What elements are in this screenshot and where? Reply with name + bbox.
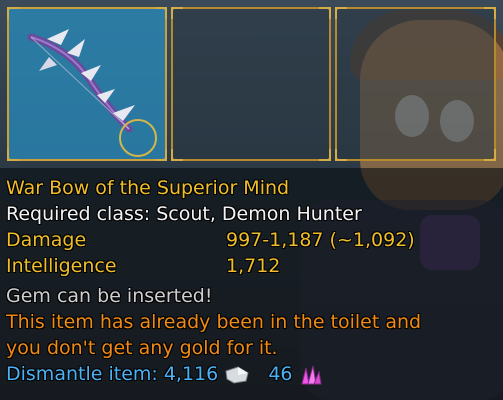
toilet-note-line1: This item has already been in the toilet… (6, 311, 422, 333)
dismantle-row: Dismantle item: 4,116 46 (6, 362, 323, 386)
slot-corner (335, 149, 347, 161)
slot-corner (484, 7, 496, 19)
required-class: Required class: Scout, Demon Hunter (6, 203, 362, 225)
crystal-icon (300, 365, 322, 384)
gem-note: Gem can be inserted! (6, 285, 213, 307)
item-slot-empty[interactable] (335, 7, 496, 161)
item-slot-weapon[interactable] (7, 7, 167, 161)
dismantle-label: Dismantle item: (6, 363, 158, 385)
slot-corner (7, 149, 19, 161)
slot-corner (7, 7, 19, 19)
slot-corner (319, 7, 331, 19)
gem-socket-icon (119, 119, 157, 157)
slot-corner (319, 149, 331, 161)
stat-label: Damage (6, 229, 87, 251)
metal-icon (225, 365, 249, 384)
stat-value: 1,712 (226, 255, 281, 277)
dismantle-metal-value: 4,116 (163, 363, 219, 385)
item-name: War Bow of the Superior Mind (6, 177, 290, 199)
item-slot-empty[interactable] (171, 7, 331, 161)
slot-corner (155, 149, 167, 161)
item-tooltip: War Bow of the Superior Mind Required cl… (0, 168, 503, 400)
dismantle-crystal-value: 46 (268, 363, 293, 385)
toilet-note-line2: you don't get any gold for it. (6, 337, 278, 359)
slot-corner (335, 7, 347, 19)
slot-corner (484, 149, 496, 161)
slot-corner (171, 7, 183, 19)
slot-corner (155, 7, 167, 19)
stat-row-damage: Damage 997-1,187 (~1,092) (6, 228, 503, 252)
slot-corner (171, 149, 183, 161)
stat-row-intelligence: Intelligence 1,712 (6, 254, 503, 278)
stat-value: 997-1,187 (~1,092) (226, 229, 415, 251)
stat-label: Intelligence (6, 255, 117, 277)
